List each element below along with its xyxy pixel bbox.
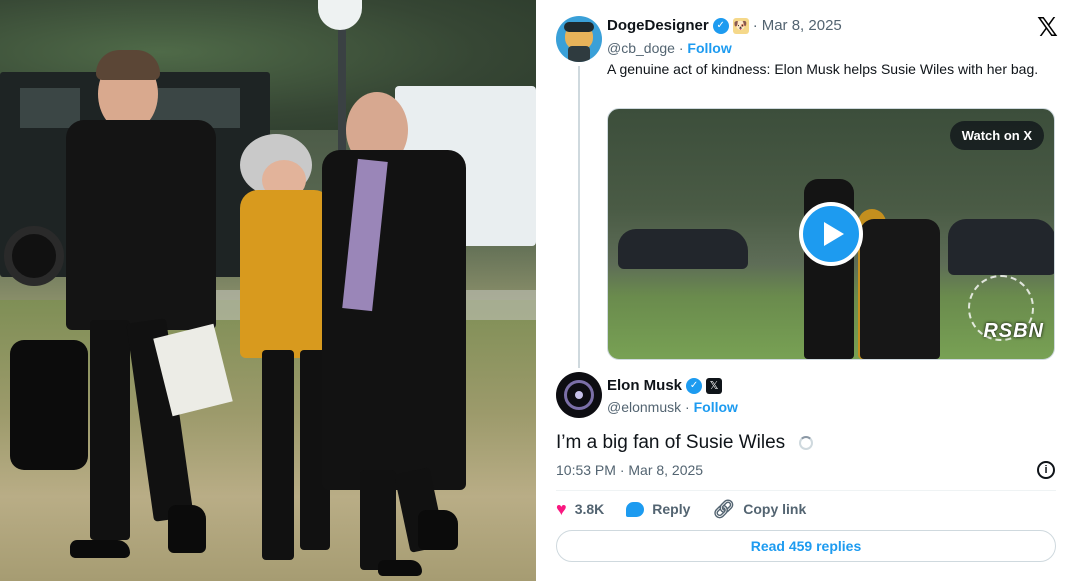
copy-link-label: Copy link xyxy=(743,501,807,517)
link-icon: 🔗︎ xyxy=(712,499,736,519)
divider xyxy=(556,490,1056,491)
reply-timestamp[interactable]: 10:53 PM · Mar 8, 2025 xyxy=(556,462,703,478)
verified-badge-icon: ✓ xyxy=(712,17,729,34)
tweet-card[interactable]: DogeDesigner ✓ 🐶 · Mar 8, 2025 𝕏 @cb_dog… xyxy=(541,0,1080,581)
reply-name-row: Elon Musk ✓ 𝕏 xyxy=(607,377,723,394)
like-button[interactable]: ♥ 3.8K xyxy=(556,500,604,518)
reply-bubble-icon xyxy=(626,501,645,517)
verified-badge-icon: ✓ xyxy=(686,377,703,394)
follow-reply-author-button[interactable]: Follow xyxy=(694,399,738,415)
reply-button[interactable]: Reply xyxy=(626,501,690,517)
reply-author-name[interactable]: Elon Musk xyxy=(607,377,682,394)
reply-text-row: I’m a big fan of Susie Wiles xyxy=(556,432,814,454)
tweet-date[interactable]: Mar 8, 2025 xyxy=(762,17,842,34)
affiliate-badge-icon: 🐶 xyxy=(732,17,749,34)
reply-text: I’m a big fan of Susie Wiles xyxy=(556,432,786,453)
info-icon[interactable]: i xyxy=(1037,461,1055,479)
author-name-row: DogeDesigner ✓ 🐶 · Mar 8, 2025 xyxy=(607,17,842,34)
follow-author-button[interactable]: Follow xyxy=(687,40,731,56)
copy-link-button[interactable]: 🔗︎ Copy link xyxy=(712,500,806,518)
like-count: 3.8K xyxy=(574,501,605,517)
x-affiliate-badge-icon: 𝕏 xyxy=(706,377,723,394)
reply-author-handle[interactable]: @elonmusk xyxy=(607,399,681,415)
tweet-text: A genuine act of kindness: Elon Musk hel… xyxy=(607,61,1039,77)
video-player[interactable]: Watch on X RSBN xyxy=(607,108,1055,360)
watch-on-x-button[interactable]: Watch on X xyxy=(949,121,1044,150)
heart-icon: ♥ xyxy=(556,499,567,519)
author-handle-row: @cb_doge · Follow xyxy=(607,40,732,56)
author-name[interactable]: DogeDesigner xyxy=(607,17,709,34)
reply-author-avatar[interactable] xyxy=(556,372,602,418)
thread-line xyxy=(578,66,580,368)
reply-label: Reply xyxy=(652,501,691,517)
news-photo xyxy=(0,0,536,581)
reply-handle-row: @elonmusk · Follow xyxy=(607,399,738,415)
action-bar: ♥ 3.8K Reply 🔗︎ Copy link xyxy=(556,500,828,518)
x-logo-icon[interactable]: 𝕏 xyxy=(1037,14,1058,40)
video-watermark: RSBN xyxy=(983,320,1044,342)
loading-spinner-icon xyxy=(799,435,814,450)
read-replies-button[interactable]: Read 459 replies xyxy=(556,530,1056,562)
author-avatar[interactable] xyxy=(556,16,602,62)
author-handle[interactable]: @cb_doge xyxy=(607,40,675,56)
play-icon[interactable] xyxy=(799,202,863,266)
photo-wheel xyxy=(4,226,64,286)
